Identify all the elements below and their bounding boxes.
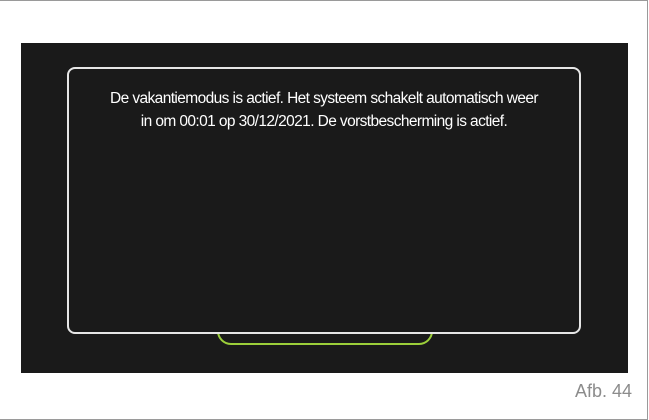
dialog-message-line-2: in om 00:01 op 30/12/2021. De vorstbesch… <box>140 113 508 130</box>
dialog-message-line-1: De vakantiemodus is actief. Het systeem … <box>110 90 539 107</box>
figure-caption: Afb. 44 <box>574 381 632 401</box>
device-screen: De vakantiemodus is actief. Het systeem … <box>21 43 628 373</box>
vacation-mode-dialog: De vakantiemodus is actief. Het systeem … <box>67 67 581 334</box>
dialog-message: De vakantiemodus is actief. Het systeem … <box>83 87 565 133</box>
